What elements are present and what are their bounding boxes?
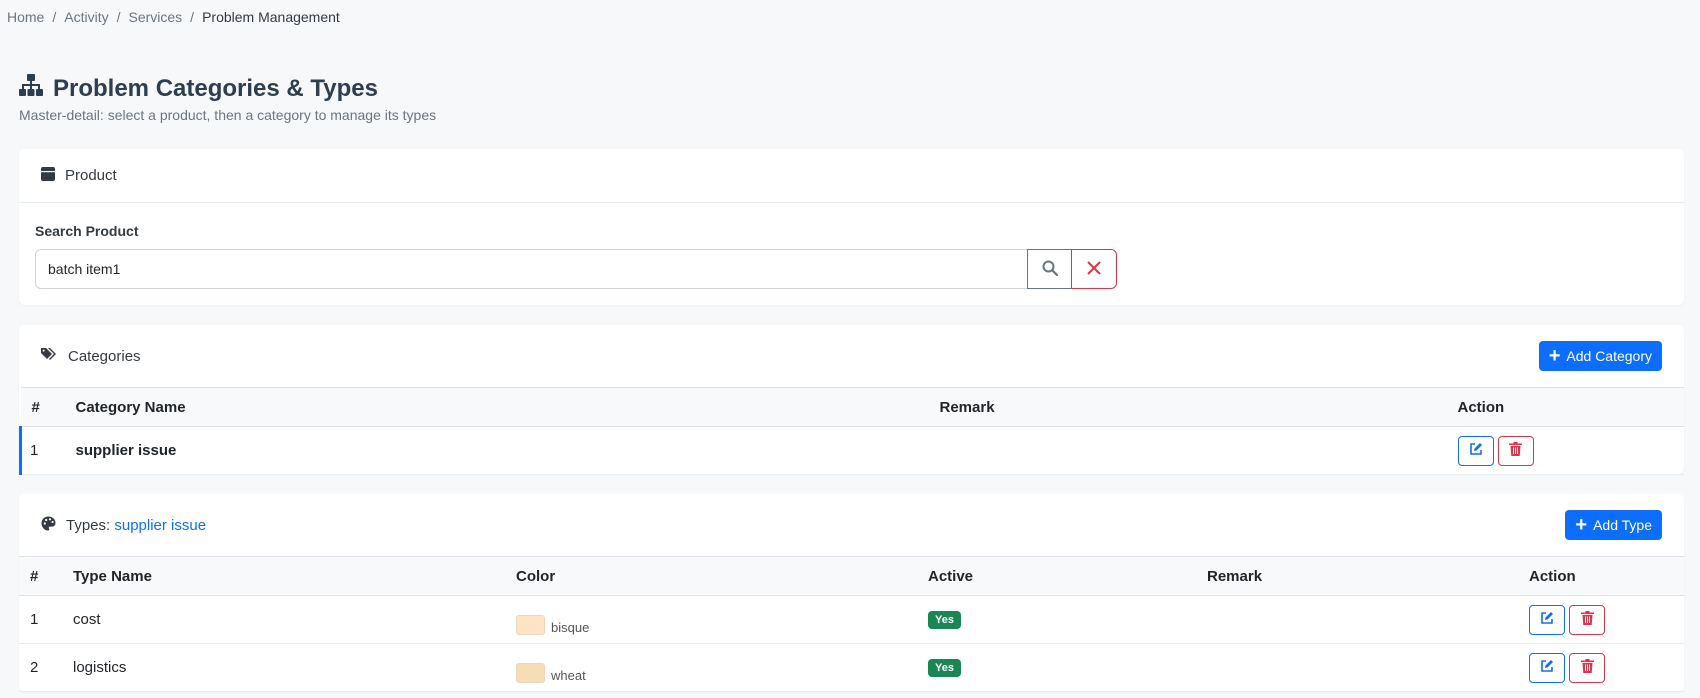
row-actions xyxy=(1518,643,1684,692)
categories-table: # Category Name Remark Action 1 supplier… xyxy=(19,387,1684,475)
types-card: Types: supplier issue + Add Type # Type … xyxy=(19,494,1684,692)
row-actions xyxy=(1518,595,1684,644)
column-header: # xyxy=(19,556,62,596)
categories-table-header: # Category Name Remark Action xyxy=(20,387,1684,427)
column-header: Action xyxy=(1446,387,1684,427)
types-title-prefix: Types: xyxy=(66,516,111,534)
category-remark xyxy=(928,426,1447,475)
category-name: supplier issue xyxy=(64,426,929,475)
row-actions xyxy=(1446,426,1684,475)
product-card-header: Product xyxy=(19,149,1684,203)
sitemap-icon xyxy=(19,74,43,103)
categories-card-label: Categories xyxy=(68,347,141,365)
type-active: Yes xyxy=(917,643,1196,692)
type-name: logistics xyxy=(62,643,505,692)
breadcrumb-services[interactable]: Services xyxy=(128,9,182,25)
row-number: 2 xyxy=(19,643,62,692)
edit-icon xyxy=(1469,442,1483,459)
search-product-label: Search Product xyxy=(35,223,139,239)
color-swatch xyxy=(516,614,545,635)
selected-category-name: supplier issue xyxy=(114,516,207,534)
row-number: 1 xyxy=(19,426,65,475)
edit-button[interactable] xyxy=(1529,604,1565,635)
product-search-group xyxy=(35,249,1117,289)
categories-card-header: Categories + Add Category xyxy=(19,325,1684,387)
edit-button[interactable] xyxy=(1529,652,1565,683)
plus-icon: + xyxy=(1575,514,1588,536)
add-category-button[interactable]: + Add Category xyxy=(1538,341,1662,371)
product-search-input[interactable] xyxy=(35,249,1028,289)
add-category-label: Add Category xyxy=(1566,348,1652,364)
column-header: Category Name xyxy=(64,387,929,427)
type-remark xyxy=(1196,643,1518,692)
trash-icon xyxy=(1580,611,1594,628)
types-table: # Type Name Color Active Remark Action 1… xyxy=(19,556,1684,692)
type-name: cost xyxy=(62,595,505,644)
breadcrumb-activity[interactable]: Activity xyxy=(64,9,108,25)
column-header: Color xyxy=(505,556,917,596)
table-row[interactable]: 2 logistics wheat Yes xyxy=(19,643,1684,692)
active-badge: Yes xyxy=(928,659,961,677)
box-icon xyxy=(41,166,55,185)
add-type-label: Add Type xyxy=(1593,517,1652,533)
add-type-button[interactable]: + Add Type xyxy=(1565,510,1662,540)
page-title-row: Problem Categories & Types xyxy=(19,74,436,103)
breadcrumb-separator: / xyxy=(116,9,121,25)
color-name: bisque xyxy=(551,619,590,635)
breadcrumb-home[interactable]: Home xyxy=(7,9,44,25)
types-table-header: # Type Name Color Active Remark Action xyxy=(19,556,1684,596)
categories-card-title: Categories xyxy=(41,347,141,365)
delete-button[interactable] xyxy=(1569,604,1605,635)
column-header: # xyxy=(20,387,65,427)
clear-search-button[interactable] xyxy=(1071,249,1117,289)
breadcrumb-current: Problem Management xyxy=(202,9,340,25)
edit-icon xyxy=(1540,611,1554,628)
active-badge: Yes xyxy=(928,611,961,629)
delete-button[interactable] xyxy=(1569,652,1605,683)
page-title: Problem Categories & Types xyxy=(53,74,378,102)
breadcrumb-separator: / xyxy=(52,9,57,25)
product-card: Product Search Product xyxy=(19,149,1684,305)
trash-icon xyxy=(1580,659,1594,676)
color-name: wheat xyxy=(551,667,586,683)
product-card-label: Product xyxy=(65,167,117,184)
type-active: Yes xyxy=(917,595,1196,644)
row-number: 1 xyxy=(19,595,62,644)
color-swatch xyxy=(516,662,545,683)
page-header: Problem Categories & Types Master-detail… xyxy=(19,74,436,123)
page-subtitle: Master-detail: select a product, then a … xyxy=(19,107,437,123)
type-color: wheat xyxy=(505,643,917,692)
trash-icon xyxy=(1509,442,1522,459)
product-card-title: Product xyxy=(41,166,117,185)
tags-icon xyxy=(41,347,58,365)
table-row[interactable]: 1 supplier issue xyxy=(19,426,1684,475)
types-card-label: Types: supplier issue xyxy=(66,517,206,534)
plus-icon: + xyxy=(1548,345,1561,367)
search-button[interactable] xyxy=(1027,249,1072,289)
type-remark xyxy=(1196,595,1518,644)
table-row[interactable]: 1 cost bisque Yes xyxy=(19,595,1684,644)
edit-button[interactable] xyxy=(1457,435,1494,466)
edit-icon xyxy=(1540,659,1554,676)
palette-icon xyxy=(41,516,56,535)
breadcrumb: Home / Activity / Services / Problem Man… xyxy=(7,9,340,25)
type-color: bisque xyxy=(505,595,917,644)
types-card-title: Types: supplier issue xyxy=(41,516,206,535)
categories-card: Categories + Add Category # Category Nam… xyxy=(19,325,1684,475)
column-header: Action xyxy=(1518,556,1684,596)
close-icon xyxy=(1087,258,1101,281)
column-header: Remark xyxy=(928,387,1447,427)
column-header: Remark xyxy=(1196,556,1518,596)
types-card-header: Types: supplier issue + Add Type xyxy=(19,494,1684,556)
search-icon xyxy=(1042,260,1058,279)
breadcrumb-separator: / xyxy=(190,9,195,25)
delete-button[interactable] xyxy=(1497,435,1534,466)
column-header: Type Name xyxy=(62,556,505,596)
column-header: Active xyxy=(917,556,1196,596)
